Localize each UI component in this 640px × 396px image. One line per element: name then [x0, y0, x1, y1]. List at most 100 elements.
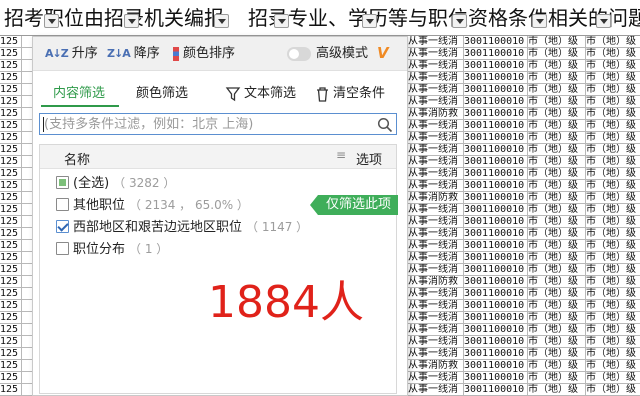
sheet-cell[interactable]: 从事一线消 — [408, 252, 464, 263]
sheet-cell[interactable]: 市（地）级 — [528, 288, 586, 299]
sheet-cell[interactable]: 市（地）级 — [528, 348, 586, 359]
sheet-cell[interactable]: 3001100010 — [464, 132, 528, 143]
sheet-cell[interactable]: 市（地）级 — [586, 204, 640, 215]
sheet-cell[interactable]: 市（地）级 — [528, 312, 586, 323]
sheet-cell[interactable]: 从事一线消 — [408, 36, 464, 47]
sheet-cell[interactable]: 市（地）级 — [528, 264, 586, 275]
row-number-cell[interactable]: 125 — [0, 108, 22, 119]
row-number-cell[interactable]: 125 — [0, 204, 22, 215]
sheet-cell[interactable]: 市（地）级 — [528, 276, 586, 287]
sheet-cell[interactable]: 市（地）级 — [528, 180, 586, 191]
sheet-cell[interactable]: 从事一线消 — [408, 216, 464, 227]
column-filter-dropdown[interactable] — [452, 14, 467, 28]
sheet-cell[interactable]: 市（地）级 — [528, 96, 586, 107]
sheet-cell[interactable]: 3001100010 — [464, 60, 528, 71]
sheet-cell[interactable]: 市（地）级 — [586, 156, 640, 167]
column-filter-dropdown[interactable] — [214, 14, 229, 28]
sheet-cell[interactable]: 3001100010 — [464, 300, 528, 311]
row-number-cell[interactable]: 125 — [0, 240, 22, 251]
row-number-cell[interactable]: 125 — [0, 276, 22, 287]
only-filter-this-button[interactable]: 仅筛选此项 — [310, 195, 398, 215]
sheet-cell[interactable]: 市（地）级 — [528, 360, 586, 371]
sheet-cell[interactable]: 市（地）级 — [586, 192, 640, 203]
sheet-cell[interactable]: 3001100010 — [464, 156, 528, 167]
row-number-cell[interactable]: 125 — [0, 168, 22, 179]
column-filter-dropdown[interactable] — [362, 14, 377, 28]
sheet-cell[interactable]: 市（地）级 — [586, 252, 640, 263]
color-sort-button[interactable]: 颜色排序 — [173, 44, 235, 64]
sheet-cell[interactable]: 3001100010 — [464, 252, 528, 263]
checkbox[interactable] — [56, 220, 69, 233]
tab-content-filter[interactable]: 内容筛选 — [53, 85, 105, 103]
sort-descending-button[interactable]: Z↓A 降序 — [107, 44, 160, 64]
row-number-cell[interactable]: 125 — [0, 36, 22, 47]
sheet-cell[interactable]: 3001100010 — [464, 324, 528, 335]
list-item-other-positions[interactable]: 其他职位（ 2134 ， 65.0% ） 仅筛选此项 — [40, 194, 398, 216]
sheet-cell[interactable]: 市（地）级 — [586, 120, 640, 131]
sheet-cell[interactable]: 3001100010 — [464, 48, 528, 59]
sheet-cell[interactable]: 从事一线消 — [408, 168, 464, 179]
row-number-cell[interactable]: 125 — [0, 156, 22, 167]
sheet-cell[interactable]: 从事一线消 — [408, 156, 464, 167]
row-number-cell[interactable]: 125 — [0, 72, 22, 83]
sheet-cell[interactable]: 市（地）级 — [586, 264, 640, 275]
sheet-cell[interactable]: 3001100010 — [464, 372, 528, 383]
sheet-cell[interactable]: 从事一线消 — [408, 348, 464, 359]
sheet-cell[interactable]: 从事一线消 — [408, 336, 464, 347]
sheet-cell[interactable]: 3001100010 — [464, 84, 528, 95]
sheet-cell[interactable]: 市（地）级 — [586, 372, 640, 383]
sheet-cell[interactable]: 市（地）级 — [586, 312, 640, 323]
sheet-cell[interactable]: 市（地）级 — [586, 60, 640, 71]
column-filter-dropdown[interactable] — [274, 14, 289, 28]
sheet-cell[interactable]: 市（地）级 — [586, 240, 640, 251]
sheet-cell[interactable]: 市（地）级 — [586, 72, 640, 83]
sheet-cell[interactable]: 3001100010 — [464, 288, 528, 299]
header-cell-position-source[interactable]: 招考职位由招录机关编报 — [4, 3, 230, 33]
sheet-cell[interactable]: 市（地）级 — [586, 180, 640, 191]
row-number-cell[interactable]: 125 — [0, 264, 22, 275]
row-number-cell[interactable]: 125 — [0, 84, 22, 95]
search-input[interactable] — [44, 116, 374, 132]
sheet-cell[interactable]: 3001100010 — [464, 108, 528, 119]
row-number-cell[interactable]: 125 — [0, 288, 22, 299]
row-number-cell[interactable]: 125 — [0, 324, 22, 335]
sheet-cell[interactable]: 从事一线消 — [408, 312, 464, 323]
sheet-cell[interactable]: 市（地）级 — [528, 168, 586, 179]
sheet-cell[interactable]: 市（地）级 — [586, 144, 640, 155]
sheet-cell[interactable]: 3001100010 — [464, 216, 528, 227]
sheet-cell[interactable]: 从事一线消 — [408, 300, 464, 311]
row-number-cell[interactable]: 125 — [0, 216, 22, 227]
row-number-cell[interactable]: 125 — [0, 180, 22, 191]
sheet-cell[interactable]: 市（地）级 — [528, 84, 586, 95]
sheet-cell[interactable]: 市（地）级 — [528, 216, 586, 227]
row-number-cell[interactable]: 125 — [0, 96, 22, 107]
sheet-cell[interactable]: 从事消防救 — [408, 192, 464, 203]
column-filter-dropdown[interactable] — [596, 14, 611, 28]
sheet-cell[interactable]: 从事一线消 — [408, 84, 464, 95]
row-number-cell[interactable]: 125 — [0, 144, 22, 155]
sheet-cell[interactable]: 市（地）级 — [528, 156, 586, 167]
checkbox[interactable] — [56, 176, 69, 189]
checkbox[interactable] — [56, 242, 69, 255]
list-item-western-remote[interactable]: 西部地区和艰苦边远地区职位（ 1147 ） — [40, 216, 396, 238]
sheet-cell[interactable]: 3001100010 — [464, 96, 528, 107]
sheet-cell[interactable]: 3001100010 — [464, 120, 528, 131]
sheet-cell[interactable]: 从事一线消 — [408, 240, 464, 251]
row-number-cell[interactable]: 125 — [0, 360, 22, 371]
sheet-cell[interactable]: 从事一线消 — [408, 264, 464, 275]
sheet-cell[interactable]: 从事一线消 — [408, 228, 464, 239]
column-filter-dropdown[interactable] — [124, 14, 139, 28]
sheet-cell[interactable]: 从事消防救 — [408, 108, 464, 119]
sheet-cell[interactable]: 从事一线消 — [408, 144, 464, 155]
row-number-cell[interactable]: 125 — [0, 300, 22, 311]
sheet-cell[interactable]: 3001100010 — [464, 348, 528, 359]
sheet-cell[interactable]: 从事一线消 — [408, 384, 464, 395]
sheet-cell[interactable]: 市（地）级 — [528, 48, 586, 59]
sheet-cell[interactable]: 3001100010 — [464, 264, 528, 275]
header-cell-requirements[interactable]: 招录专业、学历等与职位资格条件相关的问题 — [248, 3, 640, 33]
sheet-cell[interactable]: 市（地）级 — [528, 252, 586, 263]
sheet-cell[interactable]: 市（地）级 — [528, 192, 586, 203]
sheet-cell[interactable]: 市（地）级 — [586, 276, 640, 287]
row-number-cell[interactable]: 125 — [0, 372, 22, 383]
sheet-cell[interactable]: 从事一线消 — [408, 60, 464, 71]
